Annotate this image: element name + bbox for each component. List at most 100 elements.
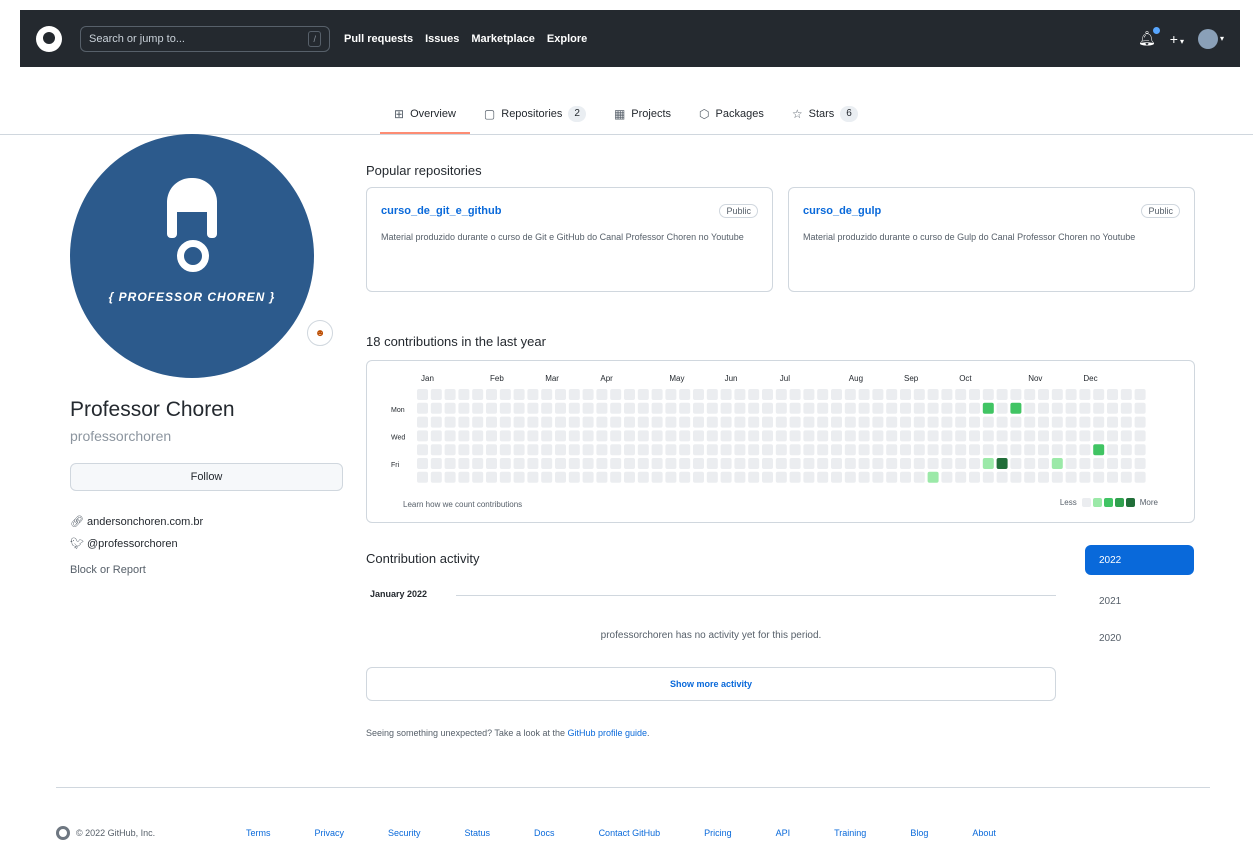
contribution-day-cell[interactable] [444,444,456,456]
contribution-day-cell[interactable] [955,416,967,428]
contribution-day-cell[interactable] [955,471,967,483]
contribution-day-cell[interactable] [1024,458,1036,469]
contribution-day-cell[interactable] [720,402,732,414]
contribution-day-cell[interactable] [927,416,939,428]
contribution-day-cell[interactable] [596,389,608,400]
contribution-day-cell[interactable] [1093,402,1105,414]
contribution-day-cell[interactable] [762,444,773,456]
contribution-day-cell[interactable] [637,471,649,483]
contribution-day-cell[interactable] [1065,430,1077,442]
contribution-day-cell[interactable] [499,389,511,400]
contribution-day-cell[interactable] [872,458,884,469]
contribution-day-cell[interactable] [417,458,428,469]
contribution-day-cell[interactable] [748,389,760,400]
contribution-day-cell[interactable] [1079,458,1091,469]
contribution-day-cell[interactable] [541,444,553,456]
contribution-day-cell[interactable] [720,416,732,428]
contribution-day-cell[interactable] [955,458,967,469]
block-or-report-link[interactable]: Block or Report [70,564,146,576]
contribution-day-cell[interactable] [734,458,746,469]
contribution-day-cell[interactable] [472,389,484,400]
contribution-day-cell[interactable] [886,444,898,456]
contribution-day-cell[interactable] [831,416,842,428]
contribution-day-cell[interactable] [858,430,870,442]
contribution-day-cell[interactable] [1120,444,1132,456]
contribution-day-cell[interactable] [706,389,718,400]
contribution-day-cell[interactable] [417,471,428,483]
contribution-day-cell[interactable] [748,471,760,483]
contribution-day-cell[interactable] [1065,444,1077,456]
repo-link[interactable]: curso_de_git_e_github [381,205,501,217]
contribution-day-cell[interactable] [527,471,539,483]
contribution-day-cell[interactable] [1120,458,1132,469]
follow-button[interactable]: Follow [70,463,343,491]
contribution-day-cell[interactable] [513,430,525,442]
contribution-day-cell[interactable] [651,430,663,442]
contribution-day-cell[interactable] [1134,430,1146,442]
contribution-day-cell[interactable] [541,416,553,428]
contribution-day-cell[interactable] [679,402,691,414]
nav-pull-requests[interactable]: Pull requests [344,33,413,45]
tab-overview[interactable]: ⊞ Overview [380,96,470,134]
contribution-day-cell[interactable] [831,402,842,414]
contribution-day-cell[interactable] [1038,402,1049,414]
contribution-day-cell[interactable] [1079,444,1091,456]
contribution-day-cell[interactable] [817,416,829,428]
contribution-day-cell[interactable] [803,471,815,483]
contribution-day-cell[interactable] [831,444,842,456]
tab-packages[interactable]: ⬡ Packages [685,96,778,132]
contribution-day-cell[interactable] [541,402,553,414]
contribution-day-cell[interactable] [568,416,580,428]
contribution-day-cell[interactable] [927,402,939,414]
contribution-day-cell[interactable] [982,430,994,442]
contribution-day-cell[interactable] [900,416,911,428]
contribution-day-cell[interactable] [720,444,732,456]
contribution-day-cell[interactable] [665,430,677,442]
contribution-day-cell[interactable] [706,430,718,442]
contribution-day-cell[interactable] [610,444,622,456]
footer-link-security[interactable]: Security [388,828,421,838]
contribution-day-cell[interactable] [775,471,787,483]
nav-issues[interactable]: Issues [425,33,459,45]
twitter-link[interactable]: 🐦︎ @professorchoren [70,537,178,551]
contribution-day-cell[interactable] [1093,389,1105,400]
contribution-day-cell[interactable] [513,402,525,414]
search-box[interactable]: / [80,25,330,52]
contribution-day-cell[interactable] [1093,458,1105,469]
contribution-day-cell[interactable] [513,444,525,456]
contribution-day-cell[interactable] [665,444,677,456]
contribution-day-cell[interactable] [1120,430,1132,442]
contribution-day-cell[interactable] [955,430,967,442]
contribution-day-cell[interactable] [803,416,815,428]
contribution-day-cell[interactable] [706,416,718,428]
contribution-day-cell[interactable] [1079,471,1091,483]
contribution-day-cell[interactable] [1038,471,1049,483]
contribution-day-cell[interactable] [541,471,553,483]
contribution-day-cell[interactable] [1120,471,1132,483]
contribution-day-cell[interactable] [872,416,884,428]
contribution-day-cell[interactable] [734,471,746,483]
contribution-day-cell[interactable] [872,444,884,456]
contribution-day-cell[interactable] [1134,471,1146,483]
contribution-day-cell[interactable] [417,416,428,428]
contribution-day-cell[interactable] [969,471,980,483]
contribution-day-cell[interactable] [831,471,842,483]
contribution-day-cell[interactable] [844,444,856,456]
contribution-day-cell[interactable] [610,402,622,414]
contribution-day-cell[interactable] [803,389,815,400]
profile-guide-link[interactable]: GitHub profile guide [567,728,647,738]
contribution-day-cell[interactable] [486,458,497,469]
contribution-day-cell[interactable] [1079,430,1091,442]
contribution-day-cell[interactable] [486,416,497,428]
contribution-day-cell[interactable] [444,389,456,400]
contribution-day-cell[interactable] [1107,444,1118,456]
contribution-day-cell[interactable] [1093,444,1105,456]
contribution-day-cell[interactable] [555,416,566,428]
contribution-day-cell[interactable] [568,402,580,414]
contribution-day-cell[interactable] [472,458,484,469]
contribution-day-cell[interactable] [982,416,994,428]
contribution-day-cell[interactable] [1134,402,1146,414]
contribution-day-cell[interactable] [458,444,470,456]
contribution-day-cell[interactable] [1010,416,1022,428]
contribution-day-cell[interactable] [610,416,622,428]
